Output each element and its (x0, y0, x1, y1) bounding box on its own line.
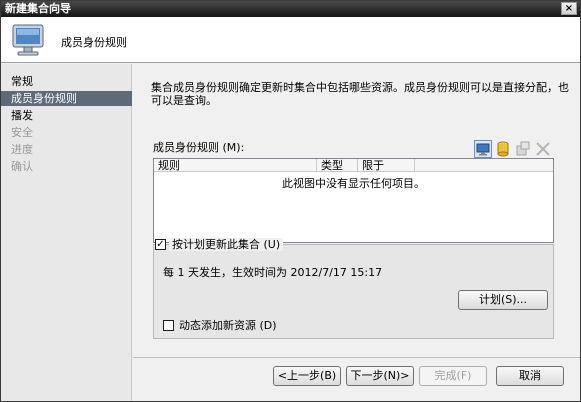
column-limited-to[interactable]: 限于 (358, 159, 415, 172)
wizard-content: 集合成员身份规则确定更新时集合中包括哪些资源。成员身份规则可以是直接分配，也可以… (133, 64, 580, 354)
wizard-header: 成员身份规则 (1, 17, 580, 63)
nav-item-membership-rules[interactable]: 成员身份规则 (1, 91, 132, 106)
properties-icon (516, 141, 530, 156)
dynamic-add-checkbox[interactable] (163, 320, 174, 331)
nav-item-progress: 进度 (11, 143, 33, 156)
next-button[interactable]: 下一步(N)> (346, 366, 414, 386)
computer-monitor-icon (12, 24, 44, 56)
back-button[interactable]: <上一步(B) (273, 366, 341, 386)
schedule-group: ✓ 按计划更新此集合 (U) 每 1 天发生，生效时间为 2012/7/17 1… (153, 238, 554, 339)
footer-divider (133, 357, 580, 358)
nav-item-distribution[interactable]: 播发 (1, 108, 132, 123)
title-bar: 新建集合向导 × (1, 1, 580, 17)
page-title: 成员身份规则 (61, 36, 127, 49)
column-type[interactable]: 类型 (317, 159, 358, 172)
schedule-checkbox-label[interactable]: 按计划更新此集合 (U) (169, 238, 284, 251)
dynamic-add-label[interactable]: 动态添加新资源 (D) (179, 319, 277, 332)
window-title: 新建集合向导 (5, 2, 71, 15)
database-icon[interactable] (494, 140, 512, 158)
schedule-checkbox[interactable]: ✓ (155, 239, 166, 250)
column-rule[interactable]: 规则 (154, 159, 317, 172)
delete-icon (536, 142, 550, 156)
schedule-button[interactable]: 计划(S)... (458, 290, 548, 310)
rules-list[interactable]: 规则 类型 限于 此视图中没有显示任何项目。 (153, 158, 554, 243)
schedule-summary: 每 1 天发生，生效时间为 2012/7/17 15:17 (163, 266, 383, 279)
close-button[interactable]: × (561, 2, 577, 15)
nav-item-security: 安全 (11, 126, 33, 139)
cancel-button[interactable]: 取消 (496, 366, 564, 386)
nav-item-confirm: 确认 (11, 160, 33, 173)
rules-label: 成员身份规则 (M): (153, 141, 245, 154)
nav-item-general[interactable]: 常规 (1, 74, 132, 89)
finish-button: 完成(F) (419, 366, 487, 386)
wizard-nav: 常规 成员身份规则 播发 安全 进度 确认 (1, 64, 132, 401)
wizard-window: 新建集合向导 × 成员身份规则 常规 成员身份规则 播发 安全 进度 确认 集合… (0, 0, 581, 402)
page-description: 集合成员身份规则确定更新时集合中包括哪些资源。成员身份规则可以是直接分配，也可以… (151, 81, 569, 107)
empty-list-message: 此视图中没有显示任何项目。 (282, 177, 425, 190)
new-rule-icon[interactable] (474, 140, 492, 158)
rules-list-header: 规则 类型 限于 (154, 159, 553, 172)
